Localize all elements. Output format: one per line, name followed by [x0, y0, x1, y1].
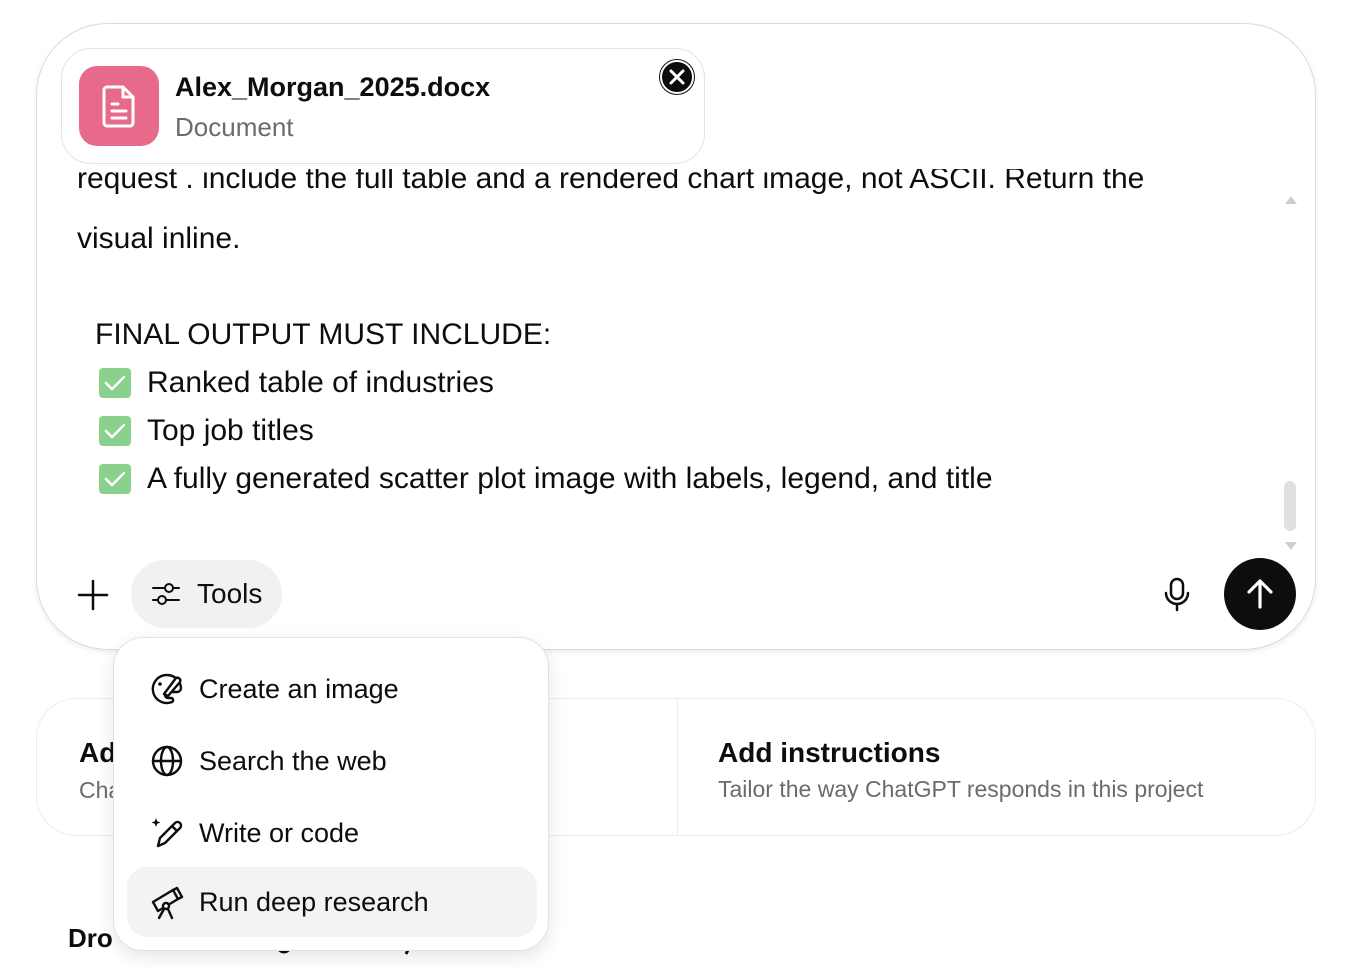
- sliders-icon: [152, 583, 180, 605]
- section-heading: Dro: [68, 923, 113, 953]
- send-button[interactable]: [1224, 558, 1296, 630]
- menu-item-label: Create an image: [199, 673, 399, 704]
- tools-button[interactable]: Tools: [131, 560, 282, 628]
- check-mark-icon: [99, 416, 131, 446]
- menu-item-deep-research[interactable]: Run deep research: [127, 867, 537, 937]
- microphone-button[interactable]: [1159, 575, 1195, 615]
- checklist-item-label: A fully generated scatter plot image wit…: [147, 462, 993, 495]
- document-icon: [79, 66, 159, 146]
- menu-item-label: Search the web: [199, 745, 387, 776]
- tools-button-label: Tools: [197, 578, 263, 609]
- globe-icon: [149, 743, 185, 779]
- tools-menu: Create an image Search the web Write or …: [113, 637, 549, 951]
- menu-item-label: Write or code: [199, 817, 360, 848]
- check-mark-icon: [99, 368, 131, 398]
- close-icon: [669, 69, 685, 85]
- scroll-up-arrow[interactable]: [1285, 196, 1297, 204]
- prompt-text-line: visual inline.: [77, 222, 241, 255]
- image-brush-icon: [149, 671, 185, 707]
- telescope-icon: [149, 884, 185, 920]
- attachment-card[interactable]: Alex_Morgan_2025.docx Document: [61, 48, 705, 164]
- microphone-icon: [1164, 577, 1190, 612]
- prompt-input[interactable]: request . include the full table and a r…: [77, 169, 1297, 529]
- checklist-item: Top job titles: [99, 407, 314, 455]
- add-instructions-title: Add instructions: [718, 737, 941, 768]
- menu-item-label: Run deep research: [199, 886, 429, 917]
- checklist-item: Ranked table of industries: [99, 359, 494, 407]
- scroll-down-arrow[interactable]: [1285, 542, 1297, 550]
- scrollbar-thumb[interactable]: [1284, 481, 1296, 531]
- menu-item-search-web[interactable]: Search the web: [127, 726, 537, 796]
- attachment-file-type: Document: [175, 112, 294, 142]
- remove-attachment-button[interactable]: [660, 60, 694, 94]
- card-left-title: Ad: [79, 737, 117, 768]
- add-attachment-button[interactable]: [74, 576, 112, 614]
- checklist-item-label: Top job titles: [147, 414, 314, 447]
- add-instructions-subtitle: Tailor the way ChatGPT responds in this …: [718, 776, 1204, 802]
- pencil-sparkle-icon: [149, 815, 185, 851]
- check-mark-icon: [99, 464, 131, 494]
- prompt-text-line: request . include the full table and a r…: [77, 169, 1145, 195]
- menu-item-write-code[interactable]: Write or code: [127, 798, 537, 868]
- attachment-file-name: Alex_Morgan_2025.docx: [175, 72, 491, 102]
- menu-item-create-image[interactable]: Create an image: [127, 654, 537, 724]
- composer: Alex_Morgan_2025.docx Document request .…: [36, 23, 1316, 650]
- checklist-item-label: Ranked table of industries: [147, 366, 494, 399]
- add-instructions-card[interactable]: Add instructions Tailor the way ChatGPT …: [678, 699, 1316, 835]
- final-output-heading: FINAL OUTPUT MUST INCLUDE:: [95, 318, 552, 351]
- plus-icon: [77, 579, 109, 611]
- checklist-item: A fully generated scatter plot image wit…: [99, 455, 993, 503]
- arrow-up-icon: [1247, 579, 1273, 609]
